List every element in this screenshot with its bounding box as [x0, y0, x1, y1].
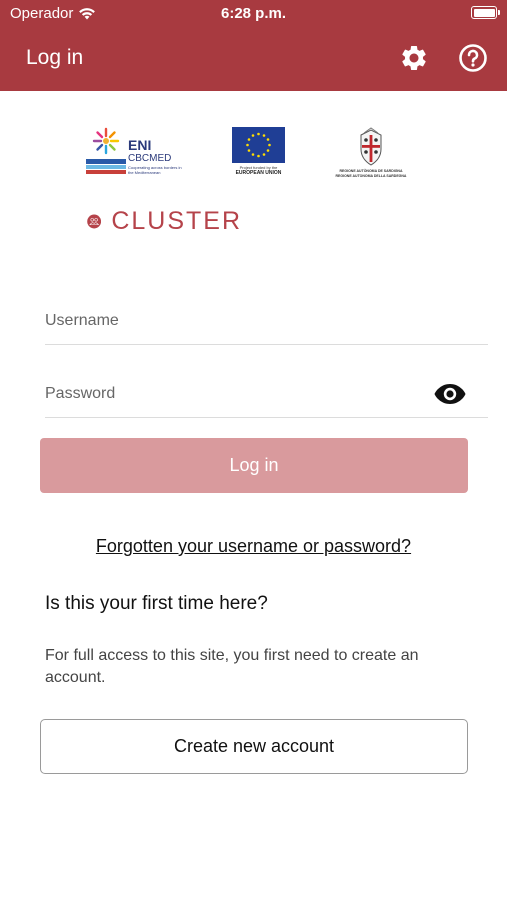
password-field — [45, 374, 488, 418]
eni-tagline: Cooperating across borders in the Medite… — [128, 165, 182, 175]
sardegna-crest-icon — [360, 127, 382, 166]
settings-button[interactable] — [398, 42, 430, 74]
show-password-button[interactable] — [434, 383, 466, 405]
question-circle-icon — [459, 44, 487, 72]
cluster-label: CLUSTER — [111, 206, 242, 235]
create-account-button[interactable]: Create new account — [40, 719, 468, 774]
battery-level — [473, 8, 495, 17]
partner-logos: ENI CBCMED Cooperating across borders in… — [0, 91, 507, 261]
gear-icon — [402, 45, 426, 70]
username-input[interactable] — [45, 301, 425, 341]
sardegna-logo: REGIONE AUTÒNOMA DE SARDIGNA REGIONE AUT… — [325, 127, 417, 183]
forgot-credentials-link[interactable]: Forgotten your username or password? — [0, 536, 507, 557]
cluster-logo: CLUSTER — [87, 204, 242, 238]
status-bar: Operador 6:28 p.m. — [0, 0, 507, 28]
sardegna-line2: REGIONE AUTONOMA DELLA SARDEGNA — [335, 174, 407, 178]
signup-info-text: For full access to this site, you first … — [45, 647, 419, 686]
first-time-heading: Is this your first time here? — [45, 593, 268, 614]
eu-name: EUROPEAN UNION — [235, 170, 282, 176]
sardegna-caption: REGIONE AUTÒNOMA DE SARDIGNA REGIONE AUT… — [325, 169, 417, 179]
eni-cbcmed-logo: ENI CBCMED Cooperating across borders in… — [86, 127, 196, 183]
page-title: Log in — [26, 46, 84, 69]
eni-sun-icon — [86, 127, 126, 174]
username-field — [45, 301, 488, 345]
battery-icon — [471, 6, 500, 19]
status-time: 6:28 p.m. — [220, 5, 287, 22]
password-input[interactable] — [45, 374, 425, 414]
cbcmed-label: CBCMED — [128, 153, 172, 164]
cluster-people-icon — [87, 214, 102, 228]
eu-logo: Project funded by the EUROPEAN UNION — [232, 127, 287, 183]
eu-flag-icon — [232, 127, 285, 163]
help-button[interactable] — [457, 42, 489, 74]
eni-label: ENI — [128, 137, 152, 153]
eye-icon — [434, 384, 466, 404]
app-header: Operador 6:28 p.m. Log in — [0, 0, 507, 91]
login-button[interactable]: Log in — [40, 438, 468, 493]
